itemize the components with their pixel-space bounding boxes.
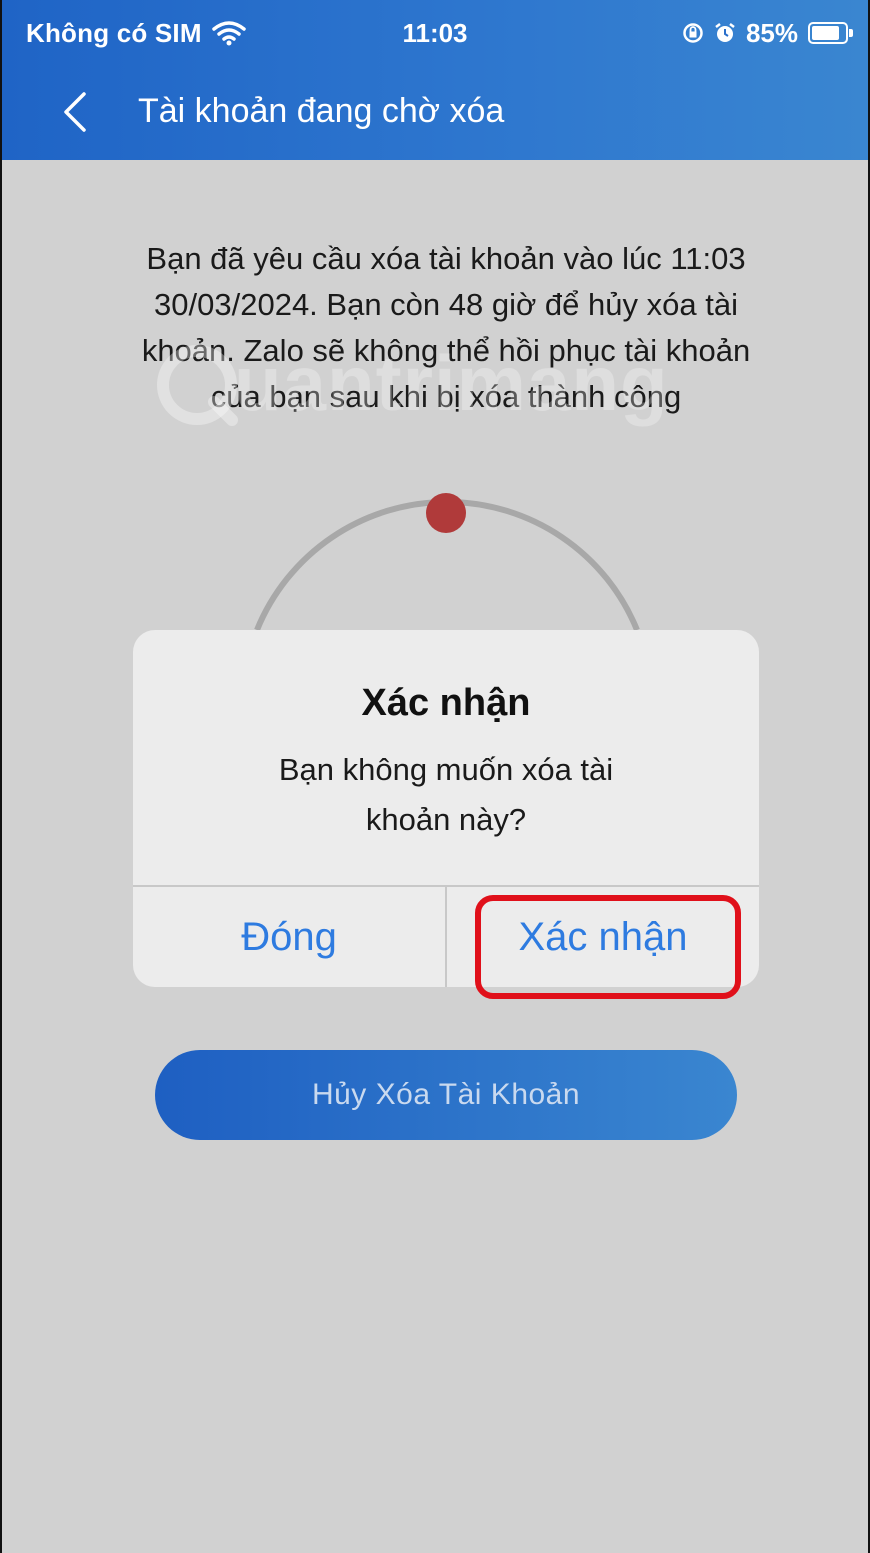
chevron-left-icon[interactable]	[60, 90, 90, 134]
header: Không có SIM 11:03 85% Tài khoản đang ch…	[2, 0, 868, 160]
dialog-title: Xác nhận	[361, 682, 531, 724]
battery-fill	[812, 26, 839, 40]
dialog-message-line: khoản này?	[365, 802, 527, 837]
cancel-deletion-button[interactable]: Hủy Xóa Tài Khoản	[155, 1050, 737, 1140]
dialog-message-line: Bạn không muốn xóa tài	[278, 752, 614, 787]
timer-indicator-dot	[426, 493, 466, 533]
battery-percent: 85%	[745, 17, 798, 48]
status-bar: Không có SIM 11:03 85%	[2, 0, 868, 70]
confirm-highlight-box	[475, 895, 741, 999]
nav-bar: Tài khoản đang chờ xóa	[2, 70, 868, 160]
battery-icon	[808, 22, 854, 44]
alarm-icon	[715, 23, 735, 42]
page-title: Tài khoản đang chờ xóa	[138, 92, 505, 130]
dialog-message: Bạn không muốn xóa tài khoản này?	[193, 745, 699, 845]
close-button[interactable]: Đóng	[133, 887, 445, 987]
app-screen: Không có SIM 11:03 85% Tài khoản đang ch…	[0, 0, 870, 1553]
status-right-group: 85%	[682, 16, 854, 50]
orientation-lock-icon	[683, 23, 703, 43]
